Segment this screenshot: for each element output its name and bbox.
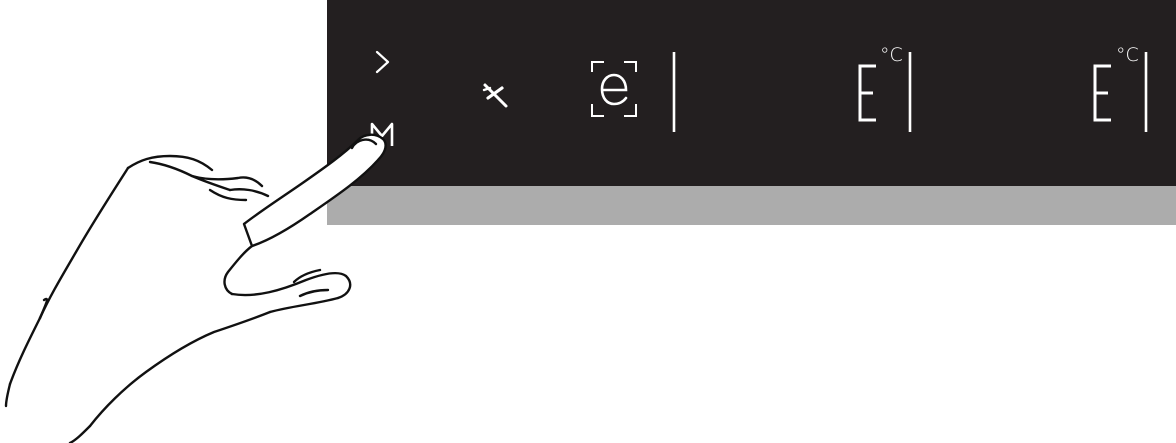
e-framed-icon[interactable] — [590, 60, 646, 122]
panel-bottom-strip — [327, 186, 1176, 225]
chevron-right-icon[interactable] — [373, 50, 393, 74]
control-panel-display — [327, 0, 1176, 186]
divider-bar — [1143, 52, 1149, 134]
segment-e-icon[interactable] — [1087, 60, 1121, 126]
m-key-icon[interactable] — [366, 120, 400, 150]
temperature-unit-label: °C — [1116, 44, 1139, 66]
divider-bar — [907, 52, 913, 134]
temperature-unit-label: °C — [880, 44, 903, 66]
segment-e-icon[interactable] — [852, 60, 886, 126]
divider-bar — [671, 52, 677, 134]
airplane-icon[interactable] — [480, 80, 512, 112]
